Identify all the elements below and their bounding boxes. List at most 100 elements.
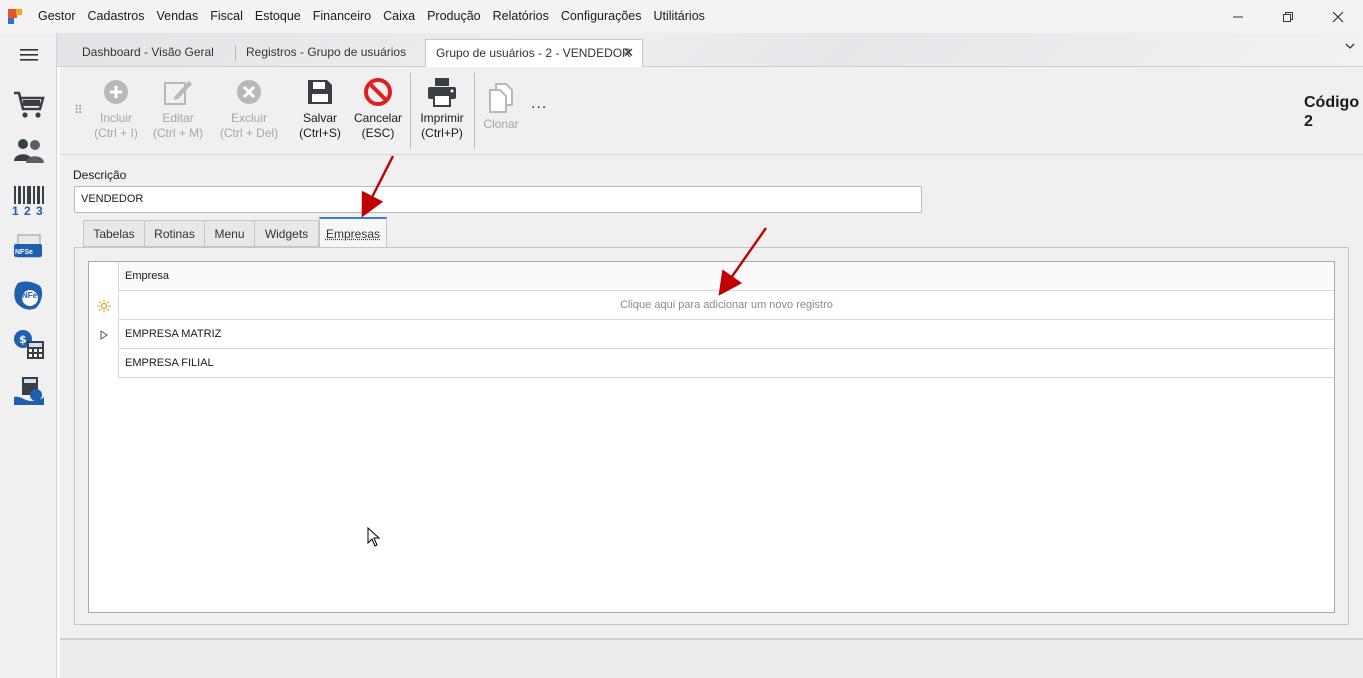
editar-label: Editar [162,111,194,125]
codigo-value: 2 [1304,113,1313,130]
close-tab-icon[interactable]: ✕ [623,40,634,66]
svg-text:$: $ [19,333,27,346]
sidebar-item-financeiro[interactable]: $ [0,322,57,366]
menu-item-configuracoes[interactable]: Configurações [555,0,648,33]
menu-item-cadastros[interactable]: Cadastros [82,0,151,33]
cancelar-label: Cancelar [353,111,403,125]
hamburger-menu-icon [19,49,38,61]
editar-button[interactable]: Editar (Ctrl + M) [148,77,208,147]
row-indicator-column [89,262,119,378]
tab-widgets[interactable]: Widgets [254,220,319,247]
close-window-button[interactable] [1313,0,1363,33]
tab-tabelas[interactable]: Tabelas [83,220,145,247]
chevron-down-icon[interactable] [1345,41,1355,53]
cancelar-shortcut: (ESC) [361,126,395,140]
tab-registros-grupo[interactable]: Registros - Grupo de usuários [236,39,416,67]
sidebar-item-nfse[interactable]: NFSe [0,227,57,271]
table-row[interactable]: EMPRESA FILIAL [119,349,1334,378]
cancel-icon [364,78,392,106]
clone-icon [489,83,513,113]
menu-item-caixa[interactable]: Caixa [377,0,421,33]
descricao-label: Descrição [73,168,127,182]
salvar-button[interactable]: Salvar (Ctrl+S) [290,77,350,147]
imprimir-button[interactable]: Imprimir (Ctrl+P) [412,77,472,147]
toolbar-grip-icon[interactable]: ⠿ [74,103,83,117]
app-logo-icon [8,8,24,25]
restore-icon [1283,11,1293,22]
shopping-cart-icon [13,91,45,118]
new-row-icon [89,291,119,320]
cashier-icon [13,377,44,405]
menu-item-estoque[interactable]: Estoque [249,0,307,33]
tab-grupo-vendedor[interactable]: Grupo de usuários - 2 - VENDEDOR ✕ [425,39,643,68]
save-icon [308,80,332,104]
imprimir-shortcut: (Ctrl+P) [421,126,463,140]
document-tab-strip: Dashboard - Visão Geral Registros - Grup… [57,33,1363,68]
nfe-caption: NFe [22,291,38,300]
tab-menu[interactable]: Menu [204,220,255,247]
barcode-caption: 1 2 3 [12,204,44,218]
incluir-button[interactable]: Incluir (Ctrl + I) [86,77,146,147]
sidebar-item-clientes[interactable] [0,129,57,173]
record-toolbar: ⠿ Incluir (Ctrl + I) Editar (Ctrl + M) Exc… [60,67,1363,155]
finance-calculator-icon: $ [13,330,44,359]
clonar-button[interactable]: Clonar [473,77,529,147]
delete-circle-icon [237,80,261,104]
imprimir-label: Imprimir [420,111,464,125]
print-icon [428,78,456,107]
sidebar-item-nfe[interactable]: NFe [0,274,57,318]
empresa-cell: EMPRESA MATRIZ [125,328,222,340]
minimize-button[interactable] [1213,0,1263,33]
tab-empresas[interactable]: Empresas [319,217,387,248]
new-record-row[interactable]: Clique aqui para adicionar um novo regis… [119,291,1334,320]
current-row-arrow-icon [89,320,119,349]
new-record-hint: Clique aqui para adicionar um novo regis… [620,299,833,311]
menu-item-utilitarios[interactable]: Utilitários [648,0,711,33]
codigo-label: Código [1304,94,1360,111]
document-content: ⠿ Incluir (Ctrl + I) Editar (Ctrl + M) Exc… [60,67,1363,678]
salvar-label: Salvar [302,111,337,125]
main-menu: Gestor Cadastros Vendas Fiscal Estoque F… [32,0,711,33]
add-circle-icon [104,80,128,104]
incluir-shortcut: (Ctrl + I) [94,126,138,140]
nfse-caption: NFSe [15,249,33,256]
sidebar-menu-toggle[interactable] [0,33,57,77]
more-options-icon[interactable]: ... [531,95,547,113]
salvar-shortcut: (Ctrl+S) [299,126,341,140]
empresa-cell: EMPRESA FILIAL [125,357,214,369]
cancelar-button[interactable]: Cancelar (ESC) [348,77,408,147]
record-code: Código 2 [1304,93,1359,131]
menu-item-relatorios[interactable]: Relatórios [487,0,555,33]
sidebar-item-produtos[interactable]: 1 2 3 [0,179,57,223]
descricao-input[interactable]: VENDEDOR [74,186,922,213]
restore-button[interactable] [1263,0,1313,33]
form-area: Descrição VENDEDOR Tabelas Rotinas Menu … [60,156,1363,639]
tab-dashboard[interactable]: Dashboard - Visão Geral [72,39,224,67]
menu-item-financeiro[interactable]: Financeiro [307,0,377,33]
incluir-label: Incluir [99,111,132,125]
sidebar-item-caixa[interactable] [0,369,57,413]
grid-header: Empresa [89,262,1334,291]
status-bar [60,639,1363,678]
tab-grupo-vendedor-label: Grupo de usuários - 2 - VENDEDOR [436,46,631,60]
menu-item-fiscal[interactable]: Fiscal [204,0,249,33]
tab-empresas-label: Empresas [325,227,381,241]
minimize-icon [1233,16,1243,17]
empresas-grid: Empresa Clique aqui para adicionar um no… [88,261,1335,613]
left-sidebar: 1 2 3 NFSe NFe $ [0,33,57,678]
excluir-button[interactable]: Excluir (Ctrl + Del) [216,77,282,147]
menu-item-producao[interactable]: Produção [421,0,487,33]
table-row[interactable]: EMPRESA MATRIZ [119,320,1334,349]
empresas-panel: Empresa Clique aqui para adicionar um no… [74,247,1349,625]
toolbar-separator [410,73,411,149]
menu-item-vendas[interactable]: Vendas [151,0,205,33]
tab-rotinas[interactable]: Rotinas [144,220,205,247]
editar-shortcut: (Ctrl + M) [152,126,204,140]
clonar-label: Clonar [483,117,519,131]
edit-icon [164,81,192,105]
excluir-label: Excluir [230,111,267,125]
title-bar: Gestor Cadastros Vendas Fiscal Estoque F… [0,0,1363,33]
menu-item-gestor[interactable]: Gestor [32,0,82,33]
column-header-empresa[interactable]: Empresa [125,262,169,290]
sidebar-item-vendas[interactable] [0,83,57,127]
